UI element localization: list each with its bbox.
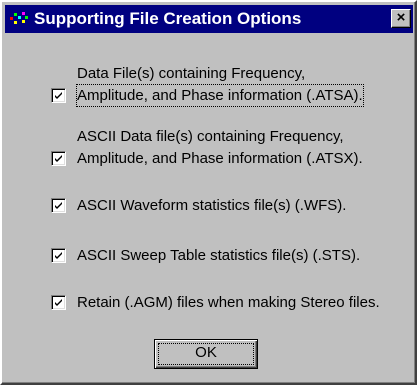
option-wfs-label: ASCII Waveform statistics file(s) (.WFS)… — [77, 197, 347, 214]
option-sts-checkbox[interactable] — [51, 248, 66, 263]
title-bar[interactable]: Supporting File Creation Options × — [5, 5, 413, 33]
option-atsa-label-line1: Data File(s) containing Frequency, — [77, 65, 306, 82]
checkmark-icon — [55, 252, 62, 259]
ok-button-focus-ring — [158, 343, 254, 365]
checkmark-icon — [55, 155, 62, 162]
option-wfs-checkbox[interactable] — [51, 198, 66, 213]
option-atsa-checkbox[interactable] — [51, 88, 66, 103]
supporting-file-options-dialog: Supporting File Creation Options × Data … — [0, 0, 417, 385]
checkmark-icon — [55, 92, 62, 99]
option-atsx-checkbox[interactable] — [51, 151, 66, 166]
app-icon — [9, 11, 29, 27]
option-sts-label: ASCII Sweep Table statistics file(s) (.S… — [77, 247, 361, 264]
close-icon: × — [396, 9, 406, 26]
option-atsa-label-line2: Amplitude, and Phase information (.ATSA)… — [76, 84, 364, 107]
option-atsx-label-line2: Amplitude, and Phase information (.ATSX)… — [77, 150, 363, 167]
close-button[interactable]: × — [391, 9, 411, 28]
checkmark-icon — [55, 202, 62, 209]
ok-button[interactable]: OK — [154, 339, 258, 369]
checkmark-icon — [55, 299, 62, 306]
dialog-title: Supporting File Creation Options — [34, 9, 302, 28]
option-retain-agm-checkbox[interactable] — [51, 295, 66, 310]
option-retain-agm-label: Retain (.AGM) files when making Stereo f… — [77, 294, 380, 311]
option-atsx-label-line1: ASCII Data file(s) containing Frequency, — [77, 128, 344, 145]
